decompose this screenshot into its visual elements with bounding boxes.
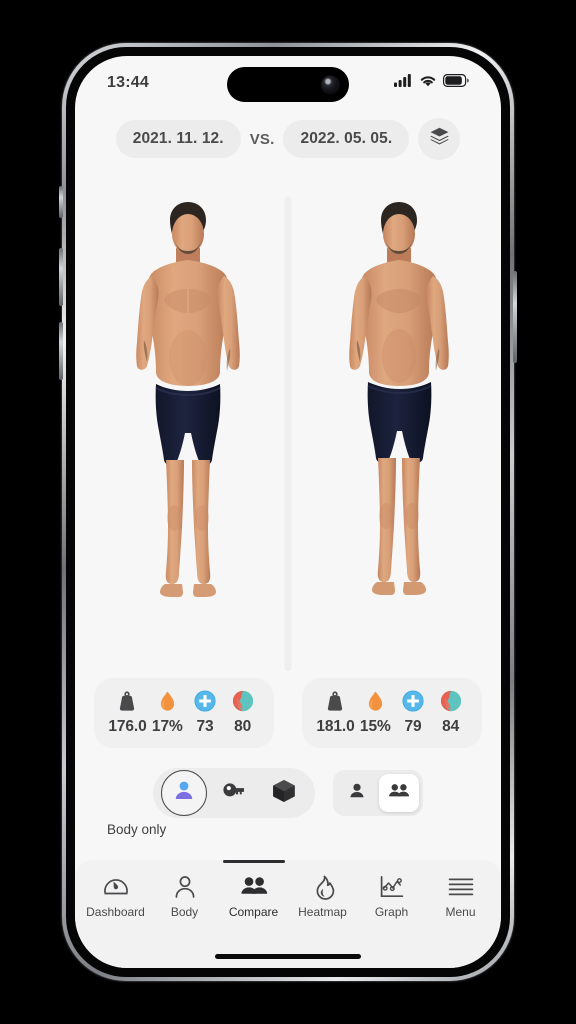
signal-bars-icon <box>394 74 413 92</box>
person-icon <box>173 874 197 900</box>
weight-scale-icon <box>325 689 345 713</box>
key-icon <box>221 778 247 809</box>
balance-yinyang-icon <box>232 689 254 713</box>
nav-item-heatmap[interactable]: Heatmap <box>289 874 357 919</box>
date-chip-right[interactable]: 2022. 05. 05. <box>283 120 410 158</box>
two-people-icon <box>388 781 410 806</box>
metric-weight-left: 176.0 <box>108 689 147 736</box>
phone-screen: 13:44 2021. 11. 12. VS. 2022. 05. 05. 17… <box>75 56 501 968</box>
comparison-divider <box>284 196 292 671</box>
view-mode-group <box>153 768 315 818</box>
balance-yinyang-icon <box>440 689 462 713</box>
segment-two-people[interactable] <box>379 774 419 812</box>
vs-label: VS. <box>249 130 275 148</box>
metric-value: 79 <box>404 718 422 735</box>
volume-up-button[interactable] <box>59 248 63 306</box>
layers-icon <box>429 126 450 152</box>
bottom-navigation: Dashboard Body Compare Heatmap Graph Men… <box>75 860 501 968</box>
view-mode-caption: Body only <box>107 822 167 837</box>
nav-label: Graph <box>374 905 409 919</box>
metric-value: 73 <box>196 718 214 735</box>
nav-label: Dashboard <box>86 905 145 919</box>
compare-count-segmented <box>333 770 423 816</box>
metric-value: 84 <box>442 718 460 735</box>
health-score-icon <box>194 689 216 713</box>
hamburger-icon <box>448 874 474 900</box>
nav-item-compare[interactable]: Compare <box>220 860 288 919</box>
nav-label: Heatmap <box>298 905 347 919</box>
body-figure-right <box>348 202 449 595</box>
action-button[interactable] <box>59 186 63 218</box>
metrics-row: 176.0 17% 73 80 181.0 15% 79 84 <box>75 678 501 748</box>
nav-item-graph[interactable]: Graph <box>358 874 426 919</box>
segment-single-person[interactable] <box>337 774 377 812</box>
health-score-icon <box>402 689 424 713</box>
metric-weight-right: 181.0 <box>316 689 355 736</box>
flame-icon <box>311 874 335 900</box>
nav-label: Menu <box>445 905 476 919</box>
metric-value: 181.0 <box>316 718 355 735</box>
body-only-icon <box>171 778 197 809</box>
metric-balance-left: 80 <box>226 689 260 736</box>
status-time: 13:44 <box>107 74 149 91</box>
metric-health-left: 73 <box>188 689 222 736</box>
front-camera-icon <box>321 75 340 94</box>
metric-bodyfat-right: 15% <box>358 689 392 736</box>
line-chart-icon <box>379 874 405 900</box>
dynamic-island <box>227 67 349 102</box>
metric-health-right: 79 <box>396 689 430 736</box>
body-figure-left <box>135 202 240 597</box>
metric-value: 176.0 <box>108 718 147 735</box>
date-selector: 2021. 11. 12. VS. 2022. 05. 05. <box>75 118 501 160</box>
date-chip-left[interactable]: 2021. 11. 12. <box>115 120 241 158</box>
layers-button[interactable] <box>418 118 461 160</box>
metric-bodyfat-left: 17% <box>150 689 184 736</box>
nav-label: Body <box>170 905 199 919</box>
phone-frame: 13:44 2021. 11. 12. VS. 2022. 05. 05. 17… <box>59 43 517 981</box>
metric-value: 80 <box>234 718 252 735</box>
status-indicators <box>394 74 469 92</box>
view-mode-body-only[interactable] <box>161 770 207 816</box>
wifi-icon <box>419 74 437 92</box>
nav-label: Compare <box>228 905 279 919</box>
body-fat-drop-icon <box>367 689 384 713</box>
metric-balance-right: 84 <box>434 689 468 736</box>
nav-item-menu[interactable]: Menu <box>427 874 495 919</box>
metric-value: 15% <box>359 718 391 735</box>
metric-card-left[interactable]: 176.0 17% 73 80 <box>94 678 274 748</box>
body-fat-drop-icon <box>159 689 176 713</box>
home-indicator[interactable] <box>215 953 361 959</box>
view-mode-key[interactable] <box>211 770 257 816</box>
nav-item-dashboard[interactable]: Dashboard <box>82 874 150 919</box>
compare-icon <box>240 874 268 900</box>
view-mode-toolbar <box>75 768 501 818</box>
gauge-icon <box>103 874 129 900</box>
nav-item-body[interactable]: Body <box>151 874 219 919</box>
metric-value: 17% <box>151 718 183 735</box>
weight-scale-icon <box>117 689 137 713</box>
body-photo-left[interactable] <box>83 176 282 676</box>
cube-3d-icon <box>271 778 297 809</box>
phone-bezel: 13:44 2021. 11. 12. VS. 2022. 05. 05. 17… <box>66 47 510 977</box>
body-photo-right[interactable] <box>294 176 493 676</box>
battery-icon <box>443 74 469 92</box>
view-mode-3d[interactable] <box>261 770 307 816</box>
metric-card-right[interactable]: 181.0 15% 79 84 <box>302 678 482 748</box>
single-person-icon <box>347 781 367 806</box>
active-tab-indicator <box>222 860 285 863</box>
volume-down-button[interactable] <box>59 322 63 380</box>
body-comparison-area <box>75 176 501 676</box>
power-button[interactable] <box>513 271 517 363</box>
